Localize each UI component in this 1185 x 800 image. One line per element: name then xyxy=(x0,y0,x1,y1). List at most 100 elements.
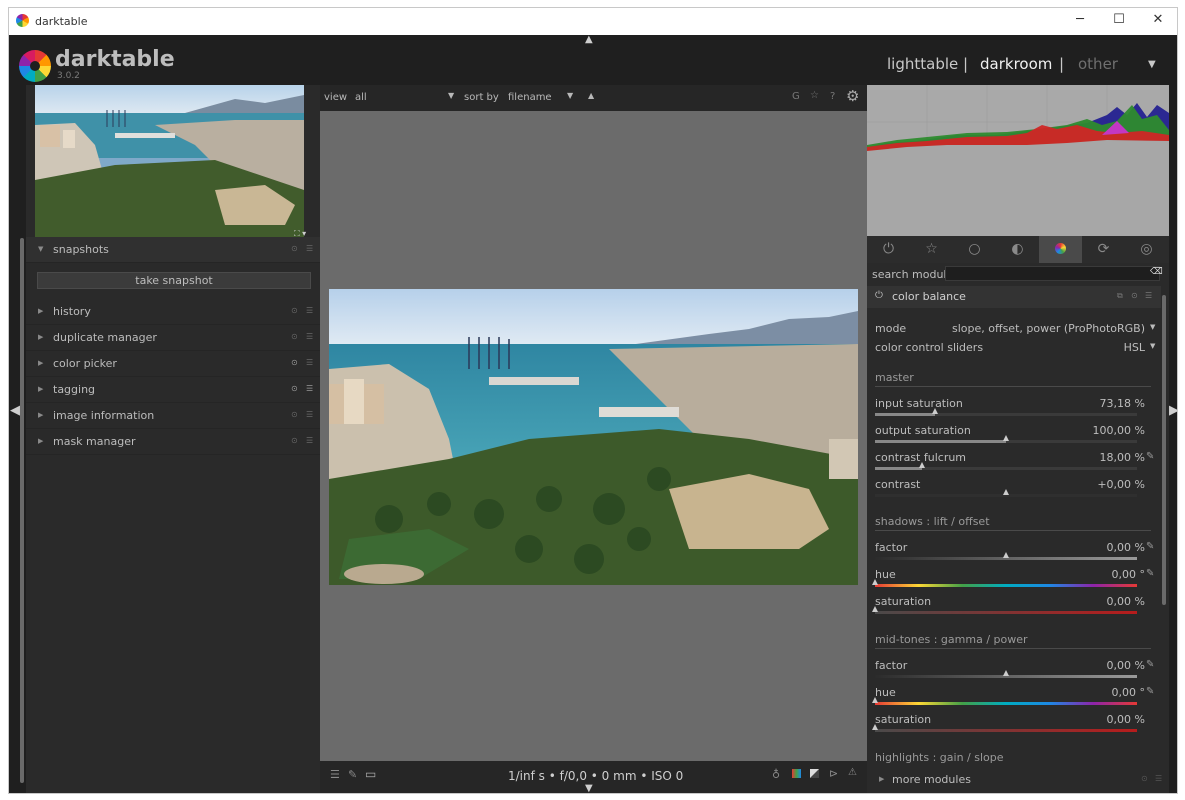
tab-tone[interactable]: ◐ xyxy=(996,236,1039,263)
right-scrollbar[interactable] xyxy=(1162,295,1166,605)
dropdown-icon[interactable]: ▼ xyxy=(1150,342,1155,350)
reset-icon[interactable]: ⊙ xyxy=(291,384,298,393)
reset-icon[interactable]: ⊙ xyxy=(291,410,298,419)
shadows-hue-track[interactable] xyxy=(872,579,1137,587)
module-color-picker[interactable]: ▶ color picker ⊙ ☰ xyxy=(26,351,320,377)
reset-icon[interactable]: ⊙ xyxy=(291,332,298,341)
midtones-factor-track[interactable] xyxy=(875,670,1137,678)
slider-handle[interactable] xyxy=(919,462,926,468)
clear-search-icon[interactable]: ⌫ xyxy=(1150,267,1163,277)
module-mask-manager[interactable]: ▶ mask manager ⊙ ☰ xyxy=(26,429,320,455)
dropdown-icon[interactable]: ▼ xyxy=(1150,323,1155,331)
shadows-saturation-track[interactable] xyxy=(872,606,1137,614)
view-dropdown-icon[interactable]: ▼ xyxy=(448,91,454,100)
slider-handle[interactable] xyxy=(932,408,939,414)
midtones-saturation-slider[interactable]: saturation 0,00 % xyxy=(875,713,1145,729)
shadows-factor-slider[interactable]: factor 0,00 % xyxy=(875,541,1145,557)
contrast-slider[interactable]: contrast +0,00 % xyxy=(875,478,1145,494)
color-picker-icon[interactable]: ✎ xyxy=(1146,541,1154,552)
module-history[interactable]: ▶ history ⊙ ☰ xyxy=(26,299,320,325)
help-icon[interactable]: ? xyxy=(830,91,835,102)
input-saturation-track[interactable] xyxy=(875,408,1137,416)
reset-icon[interactable]: ⊙ xyxy=(291,436,298,445)
histogram[interactable] xyxy=(867,85,1169,236)
input-saturation-slider[interactable]: input saturation 73,18 % xyxy=(875,397,1145,413)
power-icon[interactable]: ⏻ xyxy=(875,290,883,301)
color-picker-icon[interactable]: ✎ xyxy=(1146,659,1154,670)
maximize-button[interactable]: ☐ xyxy=(1105,12,1133,30)
presets-icon[interactable]: ☰ xyxy=(1145,291,1152,300)
slider-handle[interactable] xyxy=(1003,489,1009,495)
gear-icon[interactable]: ⚙ xyxy=(846,87,859,105)
gamut-icon[interactable] xyxy=(810,769,819,778)
color-picker-icon[interactable]: ✎ xyxy=(1146,686,1154,697)
sort-select[interactable]: filename xyxy=(508,92,552,103)
presets-icon[interactable]: ☰ xyxy=(306,410,313,419)
main-image[interactable] xyxy=(329,289,858,585)
sort-dropdown-icon[interactable]: ▼ xyxy=(567,91,573,100)
color-picker-icon[interactable]: ✎ xyxy=(1146,451,1154,462)
bulb-icon[interactable]: ♁ xyxy=(772,768,780,781)
view-select[interactable]: all xyxy=(355,92,367,103)
reset-icon[interactable]: ⊙ xyxy=(1131,291,1138,300)
tab-favorites[interactable]: ☆ xyxy=(910,236,953,263)
left-panel-toggle-icon[interactable]: ◀ xyxy=(10,403,20,418)
softproof-icon[interactable] xyxy=(792,769,801,778)
tab-color[interactable] xyxy=(1039,236,1082,263)
navigation-thumbnail[interactable] xyxy=(35,85,304,237)
view-darkroom[interactable]: darkroom xyxy=(980,55,1052,73)
multi-instance-icon[interactable]: ⧉ xyxy=(1117,291,1123,301)
midtones-saturation-track[interactable] xyxy=(872,724,1137,732)
tab-correct[interactable]: ⟳ xyxy=(1082,236,1125,263)
midtones-hue-slider[interactable]: hue 0,00 ° xyxy=(875,686,1145,702)
guides-icon[interactable]: ⊳ xyxy=(829,767,838,780)
presets-icon[interactable]: ☰ xyxy=(306,244,313,253)
views-menu-icon[interactable]: ▼ xyxy=(1148,59,1156,70)
presets-icon[interactable]: ☰ xyxy=(1155,774,1162,783)
shadows-hue-slider[interactable]: hue 0,00 ° xyxy=(875,568,1145,584)
module-snapshots[interactable]: ▼ snapshots ⊙ ☰ xyxy=(26,237,320,263)
midtones-hue-track[interactable] xyxy=(872,697,1137,705)
presets-icon[interactable]: ☰ xyxy=(306,384,313,393)
tab-active-modules[interactable]: ⏻ xyxy=(867,236,910,263)
reset-icon[interactable]: ⊙ xyxy=(291,358,298,367)
minimize-button[interactable]: ─ xyxy=(1066,12,1094,30)
shadows-saturation-slider[interactable]: saturation 0,00 % xyxy=(875,595,1145,611)
slider-handle[interactable] xyxy=(1003,435,1009,441)
slider-handle[interactable] xyxy=(872,697,878,703)
close-button[interactable]: ✕ xyxy=(1144,12,1172,30)
reset-icon[interactable]: ⊙ xyxy=(291,306,298,315)
slider-handle[interactable] xyxy=(872,724,878,730)
slider-handle[interactable] xyxy=(1003,552,1009,558)
search-input[interactable] xyxy=(945,266,1160,281)
slider-handle[interactable] xyxy=(872,606,878,612)
color-picker-icon[interactable]: ✎ xyxy=(1146,568,1154,579)
contrast-fulcrum-track[interactable] xyxy=(875,462,1137,470)
mode-select[interactable]: mode slope, offset, power (ProPhotoRGB) xyxy=(875,322,1145,338)
reset-icon[interactable]: ⊙ xyxy=(1141,774,1148,783)
menu-icon[interactable]: ☰ xyxy=(330,768,340,781)
top-panel-toggle-icon[interactable]: ▲ xyxy=(585,34,593,45)
view-lighttable[interactable]: lighttable xyxy=(887,55,958,73)
more-modules-row[interactable]: ▶ more modules ⊙ ☰ xyxy=(867,767,1169,793)
contrast-fulcrum-slider[interactable]: contrast fulcrum 18,00 % xyxy=(875,451,1145,467)
output-saturation-track[interactable] xyxy=(875,435,1137,443)
contrast-track[interactable] xyxy=(875,489,1137,497)
output-saturation-slider[interactable]: output saturation 100,00 % xyxy=(875,424,1145,440)
display-icon[interactable]: ▭ xyxy=(365,767,376,781)
take-snapshot-button[interactable]: take snapshot xyxy=(37,272,311,289)
presets-icon[interactable]: ☰ xyxy=(306,332,313,341)
right-panel-toggle-icon[interactable]: ▶ xyxy=(1169,403,1177,418)
module-tagging[interactable]: ▶ tagging ⊙ ☰ xyxy=(26,377,320,403)
bottom-panel-toggle-icon[interactable]: ▼ xyxy=(585,783,593,793)
overexposed-icon[interactable]: ⚠ xyxy=(848,767,857,778)
presets-icon[interactable]: ☰ xyxy=(306,358,313,367)
tab-base[interactable]: ○ xyxy=(953,236,996,263)
star-icon[interactable]: ☆ xyxy=(810,90,819,101)
presets-icon[interactable]: ☰ xyxy=(306,436,313,445)
color-balance-header[interactable]: ⏻ color balance ⧉ ⊙ ☰ xyxy=(867,286,1161,308)
style-icon[interactable]: ✎ xyxy=(348,768,357,781)
module-image-information[interactable]: ▶ image information ⊙ ☰ xyxy=(26,403,320,429)
slider-handle[interactable] xyxy=(1003,670,1009,676)
midtones-factor-slider[interactable]: factor 0,00 % xyxy=(875,659,1145,675)
